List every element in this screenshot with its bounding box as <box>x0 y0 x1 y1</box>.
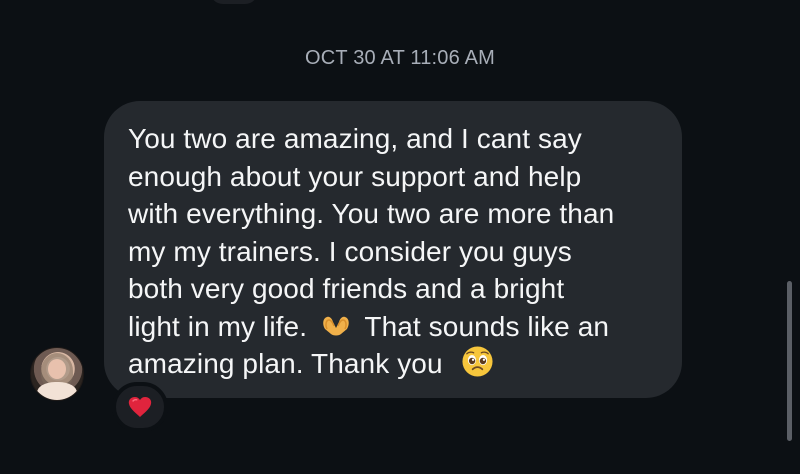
message-bubble[interactable]: You two are amazing, and I cant say enou… <box>104 101 682 398</box>
message-line: That sounds like an <box>364 310 610 342</box>
message-line: both very good friends and a bright <box>128 273 565 304</box>
red-heart-icon <box>128 397 152 417</box>
chat-screen: OCT 30 AT 11:06 AM You two are amazing, … <box>0 0 800 474</box>
message-line: light in my life. <box>128 310 308 342</box>
heart-hands-emoji <box>323 316 349 336</box>
scrollbar[interactable] <box>787 281 792 441</box>
previous-message-bubble[interactable] <box>210 0 258 4</box>
avatar[interactable] <box>30 347 84 401</box>
message-line-with-emoji: amazing plan. Thank you <box>128 345 662 383</box>
message-line: amazing plan. Thank you <box>128 348 443 379</box>
message-line: with everything. You two are more than <box>128 198 615 229</box>
message-line: enough about your support and help <box>128 160 582 192</box>
message-line-with-emoji: light in my life. That sounds like an <box>128 308 662 346</box>
message-line: my my trainers. I consider you guys <box>128 235 572 267</box>
avatar-face <box>48 359 66 379</box>
reaction-badge[interactable] <box>112 382 168 432</box>
pleading-face-emoji <box>462 346 493 377</box>
message-line: You two are amazing, and I cant say <box>128 123 582 154</box>
avatar-body <box>37 382 77 400</box>
message-timestamp: OCT 30 AT 11:06 AM <box>305 47 495 69</box>
